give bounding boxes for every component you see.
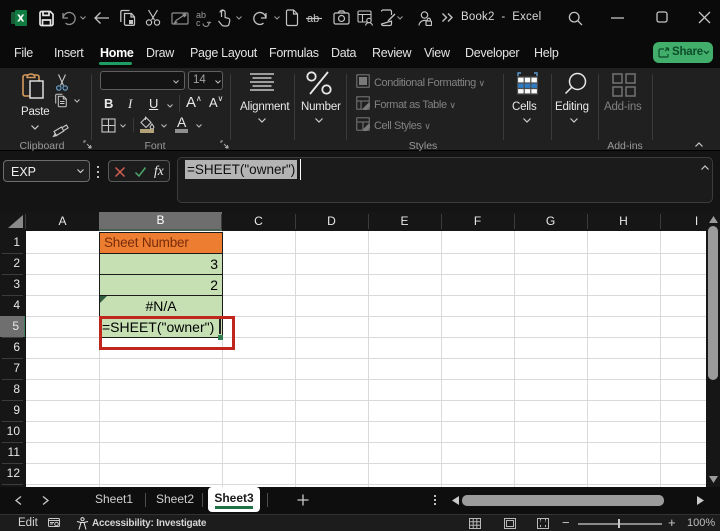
svg-text:c: c	[196, 18, 201, 27]
